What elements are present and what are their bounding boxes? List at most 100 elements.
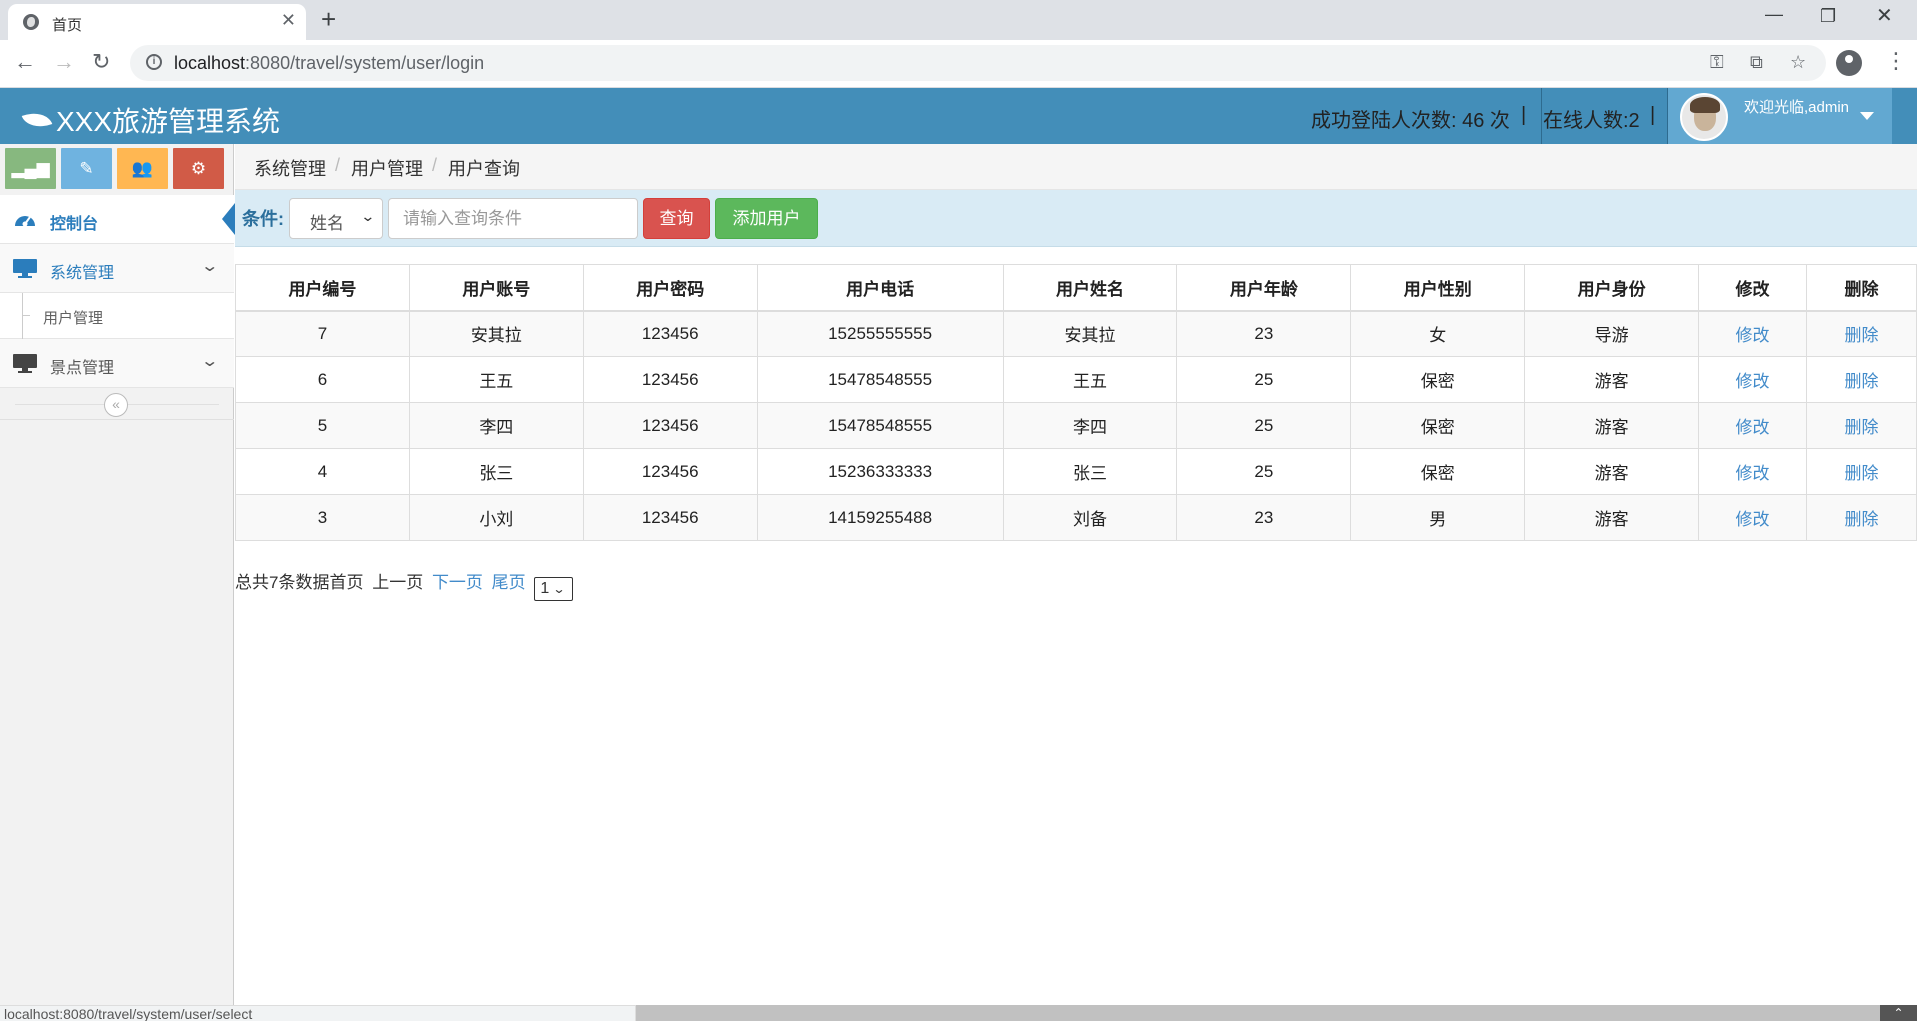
table-cell: 123456	[582, 310, 758, 357]
welcome-text: 欢迎光临,admin	[1744, 99, 1850, 116]
restore-icon[interactable]: ❐	[1820, 6, 1836, 27]
online-count: 在线人数:2	[1543, 110, 1640, 132]
table-cell: 导游	[1524, 310, 1700, 357]
pencil-icon: ✎	[79, 159, 94, 178]
pager-last-link[interactable]: 尾页	[492, 573, 526, 592]
table-cell: 李四	[1002, 402, 1178, 449]
translate-icon[interactable]: ⧉	[1750, 52, 1763, 73]
table-cell: 123456	[582, 356, 758, 403]
column-header: 用户身份	[1524, 264, 1700, 312]
star-icon[interactable]: ☆	[1790, 52, 1806, 73]
key-icon[interactable]: ⚿	[1710, 52, 1724, 73]
info-icon[interactable]: i	[146, 54, 162, 70]
sidebar-collapse: «	[0, 388, 234, 420]
avatar[interactable]	[1680, 93, 1728, 141]
edit-link[interactable]: 修改	[1698, 494, 1807, 541]
sidebar-item-scenic[interactable]: 景点管理 ⌄	[0, 339, 234, 388]
sidebar-item-dashboard[interactable]: 控制台	[0, 195, 235, 244]
column-header: 用户账号	[408, 264, 584, 312]
login-count: 成功登陆人次数: 46 次	[1311, 110, 1510, 132]
tab-title: 首页	[52, 17, 83, 34]
shortcut-edit-button[interactable]: ✎	[61, 148, 112, 189]
table-cell: 游客	[1524, 448, 1700, 495]
double-chevron-left-icon[interactable]: «	[104, 393, 128, 417]
column-header: 用户电话	[756, 264, 1004, 312]
forward-icon[interactable]: →	[53, 50, 75, 74]
table-cell: 7	[235, 310, 410, 357]
sidebar-item-label: 控制台	[50, 216, 99, 233]
table-row: 5 李四 123456 15478548555 李四 25 保密 游客 修改 删除	[235, 402, 1917, 449]
minimize-icon[interactable]: —	[1765, 4, 1783, 25]
close-window-icon[interactable]: ✕	[1876, 3, 1893, 28]
delete-link[interactable]: 删除	[1805, 356, 1917, 403]
table-header-row: 用户编号 用户账号 用户密码 用户电话 用户姓名 用户年龄 用户性别 用户身份 修改 删除	[235, 264, 1917, 312]
table-cell: 5	[235, 402, 410, 449]
sidebar-item-system[interactable]: 系统管理 ⌄	[0, 244, 234, 293]
user-table: 用户编号 用户账号 用户密码 用户电话 用户姓名 用户年龄 用户性别 用户身份 修改 删除 7 安其…	[235, 264, 1917, 541]
table-row: 4 张三 123456 15236333333 张三 25 保密 游客 修改 删除	[235, 448, 1917, 495]
desktop-icon	[13, 354, 37, 373]
browser-tab[interactable]: 首页 ✕	[8, 4, 306, 40]
column-header: 修改	[1698, 264, 1807, 312]
table-row: 6 王五 123456 15478548555 王五 25 保密 游客 修改 删除	[235, 356, 1917, 403]
edit-link[interactable]: 修改	[1698, 448, 1807, 495]
table-cell: 安其拉	[1002, 310, 1178, 357]
brand[interactable]: XXX旅游管理系统	[21, 100, 280, 140]
breadcrumb: 系统管理 / 用户管理 / 用户查询	[235, 144, 1917, 190]
caret-down-icon[interactable]	[1860, 112, 1874, 120]
table-cell: 保密	[1350, 402, 1526, 449]
page-select[interactable]: 1 ⌄	[534, 577, 574, 601]
back-icon[interactable]: ←	[14, 50, 36, 74]
table-cell: 3	[235, 494, 410, 541]
shortcut-stats-button[interactable]: ▂▄▆	[5, 148, 56, 189]
profile-icon[interactable]	[1836, 50, 1862, 76]
delete-link[interactable]: 删除	[1805, 448, 1917, 495]
table-cell: 保密	[1350, 356, 1526, 403]
table-cell: 15236333333	[756, 448, 1004, 495]
close-tab-icon[interactable]: ✕	[281, 10, 296, 31]
chevron-down-icon: ⌄	[360, 208, 376, 224]
edit-link[interactable]: 修改	[1698, 310, 1807, 357]
chevron-down-icon: ⌄	[199, 353, 219, 370]
edit-link[interactable]: 修改	[1698, 356, 1807, 403]
table-cell: 游客	[1524, 494, 1700, 541]
search-label: 条件:	[242, 209, 284, 229]
search-field-select[interactable]: 姓名 ⌄	[289, 198, 383, 239]
breadcrumb-item: 用户查询	[448, 159, 520, 179]
reload-icon[interactable]: ↻	[92, 50, 110, 74]
header-divider: |	[1521, 104, 1527, 126]
scroll-top-icon[interactable]: ⌃	[1880, 1005, 1917, 1021]
shortcut-settings-button[interactable]: ⚙	[173, 148, 224, 189]
delete-link[interactable]: 删除	[1805, 494, 1917, 541]
search-input[interactable]	[388, 198, 638, 239]
delete-link[interactable]: 删除	[1805, 310, 1917, 357]
new-tab-icon[interactable]: +	[321, 4, 336, 34]
pager-next-link[interactable]: 下一页	[432, 573, 483, 592]
menu-icon[interactable]: ⋮	[1885, 48, 1907, 74]
table-cell: 张三	[1002, 448, 1178, 495]
query-button[interactable]: 查询	[643, 198, 710, 239]
pager-prev: 上一页	[372, 573, 424, 592]
cogs-icon: ⚙	[190, 159, 207, 178]
main-content: 系统管理 / 用户管理 / 用户查询 条件: 姓名 ⌄ 查询 添加用户 用户编号…	[235, 144, 1917, 1005]
table-cell: 25	[1176, 402, 1352, 449]
edit-link[interactable]: 修改	[1698, 402, 1807, 449]
shortcut-users-button[interactable]: 👥	[117, 148, 168, 189]
user-menu[interactable]: 欢迎光临,admin	[1668, 88, 1892, 144]
breadcrumb-item[interactable]: 系统管理	[254, 155, 326, 181]
table-cell: 李四	[408, 402, 584, 449]
address-bar[interactable]: i localhost:8080/travel/system/user/logi…	[130, 45, 1826, 81]
table-cell: 女	[1350, 310, 1526, 357]
sidebar-subitem-users[interactable]: 用户管理	[0, 293, 234, 339]
table-cell: 15255555555	[756, 310, 1004, 357]
table-row: 7 安其拉 123456 15255555555 安其拉 23 女导游 修改 删除	[235, 310, 1917, 357]
delete-link[interactable]: 删除	[1805, 402, 1917, 449]
column-header: 用户姓名	[1002, 264, 1178, 312]
add-user-button[interactable]: 添加用户	[715, 198, 818, 239]
table-cell: 男	[1350, 494, 1526, 541]
chevron-down-icon: ⌄	[199, 258, 219, 275]
table-cell: 15478548555	[756, 356, 1004, 403]
breadcrumb-item[interactable]: 用户管理	[351, 155, 423, 181]
table-cell: 小刘	[408, 494, 584, 541]
sidebar-item-label: 系统管理	[50, 265, 115, 282]
